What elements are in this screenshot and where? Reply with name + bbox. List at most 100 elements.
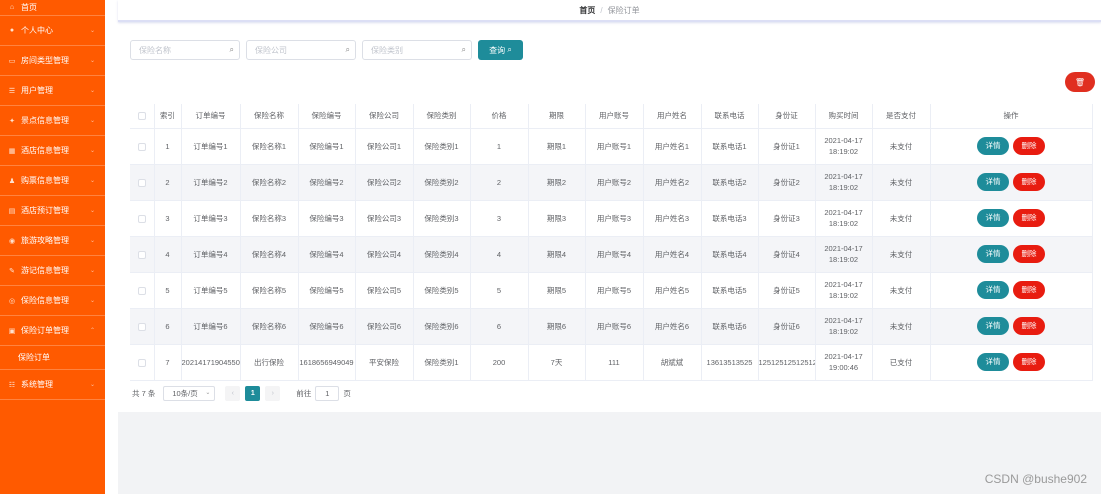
- cell-phone: 联系电话6: [701, 308, 759, 345]
- row-select-cell[interactable]: [130, 128, 155, 165]
- row-select-cell[interactable]: [130, 200, 155, 237]
- insurance-icon: ◎: [8, 297, 16, 305]
- sidebar-item-insurance-orders[interactable]: ▣ 保险订单管理 ⌃: [0, 316, 105, 346]
- chevron-right-icon: ›: [271, 390, 275, 397]
- trash-icon: 🗑: [1074, 77, 1086, 87]
- row-checkbox[interactable]: [137, 214, 146, 223]
- row-select-cell[interactable]: [130, 272, 155, 309]
- chevron-down-icon: ⌄: [89, 178, 95, 184]
- sidebar-item-ticket[interactable]: ♟ 购票信息管理 ⌄: [0, 166, 105, 196]
- cell-phone: 联系电话4: [701, 236, 759, 273]
- row-select-cell[interactable]: [130, 308, 155, 345]
- row-select-cell[interactable]: [130, 344, 155, 381]
- batch-delete-button[interactable]: 🗑: [1065, 72, 1095, 92]
- goto-page-value: 1: [325, 389, 330, 398]
- cell-ins-name: 出行保险: [240, 344, 299, 381]
- sidebar-subitem-insurance-order[interactable]: 保险订单: [0, 346, 105, 370]
- detail-button[interactable]: 详情: [977, 353, 1009, 371]
- delete-button[interactable]: 删除: [1013, 245, 1045, 263]
- sidebar-item-notes[interactable]: ✎ 游记信息管理 ⌄: [0, 256, 105, 286]
- row-checkbox[interactable]: [137, 178, 146, 187]
- detail-button[interactable]: 详情: [977, 137, 1009, 155]
- column-header: 用户姓名: [643, 104, 702, 129]
- row-checkbox[interactable]: [137, 250, 146, 259]
- cell-ins-no: 保险编号1: [298, 128, 356, 165]
- sidebar-item-system[interactable]: ☷ 系统管理 ⌄: [0, 370, 105, 400]
- sidebar-item-guide[interactable]: ◉ 旅游攻略管理 ⌄: [0, 226, 105, 256]
- search-icon: ⌕: [505, 45, 512, 54]
- sidebar-item-label: 购票信息管理: [21, 176, 69, 185]
- page-number-current[interactable]: 1: [245, 386, 261, 401]
- cell-id-card: 125125125125125125: [758, 344, 816, 381]
- cell-phone: 联系电话1: [701, 128, 759, 165]
- detail-button[interactable]: 详情: [977, 281, 1009, 299]
- sidebar-item-room-types[interactable]: ▭ 房间类型管理 ⌄: [0, 46, 105, 76]
- cell-price: 1: [470, 128, 529, 165]
- cell-company: 保险公司4: [355, 236, 414, 273]
- scenic-icon: ✦: [9, 117, 15, 125]
- table-header-row: 索引 订单编号 保险名称 保险编号 保险公司 保险类别 价格 期限 用户账号 用…: [130, 104, 1093, 129]
- delete-button[interactable]: 删除: [1013, 137, 1045, 155]
- detail-button[interactable]: 详情: [977, 173, 1009, 191]
- sidebar-item-hotel[interactable]: ▦ 酒店信息管理 ⌄: [0, 136, 105, 166]
- insurance-name-input[interactable]: 保险名称 ⌕: [130, 40, 240, 60]
- cell-ins-name: 保险名称5: [240, 272, 299, 309]
- cell-phone: 13613513525: [701, 344, 759, 381]
- cell-price: 6: [470, 308, 529, 345]
- row-checkbox[interactable]: [137, 322, 146, 331]
- goto-page-input[interactable]: 1: [315, 386, 340, 401]
- page-size-select[interactable]: 10条/页 ⌄: [163, 386, 216, 401]
- sidebar-item-booking[interactable]: ▤ 酒店预订管理 ⌄: [0, 196, 105, 226]
- select-all-checkbox[interactable]: [137, 112, 146, 121]
- breadcrumb-home[interactable]: 首页: [579, 5, 595, 16]
- cell-order-no: 订单编号2: [181, 164, 241, 201]
- cell-paid-status: 未支付: [872, 164, 931, 201]
- cell-purchase-time: 2021-04-17 18:19:02: [815, 272, 873, 309]
- sidebar-item-insurance[interactable]: ◎ 保险信息管理 ⌄: [0, 286, 105, 316]
- detail-button[interactable]: 详情: [977, 317, 1009, 335]
- sidebar-item-users[interactable]: ☰ 用户管理 ⌄: [0, 76, 105, 106]
- select-all-cell[interactable]: [130, 104, 155, 129]
- delete-button[interactable]: 删除: [1013, 209, 1045, 227]
- delete-button[interactable]: 删除: [1013, 281, 1045, 299]
- delete-button[interactable]: 删除: [1013, 173, 1045, 191]
- sidebar-item-label: 系统管理: [21, 380, 53, 389]
- cell-actions: 详情 删除: [930, 308, 1093, 345]
- chevron-down-icon: ⌄: [89, 298, 95, 304]
- column-header: 保险类别: [413, 104, 471, 129]
- purchase-clock: 18:19:02: [828, 291, 859, 300]
- delete-button[interactable]: 删除: [1013, 317, 1045, 335]
- row-checkbox[interactable]: [137, 358, 146, 367]
- insurance-type-input[interactable]: 保险类别 ⌕: [362, 40, 472, 60]
- table-row: 1 订单编号1 保险名称1 保险编号1 保险公司1 保险类别1 1 期限1 用户账号1 用户姓名1…: [130, 128, 1093, 165]
- detail-button[interactable]: 详情: [977, 209, 1009, 227]
- row-select-cell[interactable]: [130, 236, 155, 273]
- sidebar-item-home[interactable]: ⌂ 首页: [0, 0, 105, 16]
- sidebar-item-label: 个人中心: [21, 26, 53, 35]
- chevron-down-icon: ⌄: [89, 58, 95, 64]
- cell-ins-no: 保险编号4: [298, 236, 356, 273]
- prev-page-button[interactable]: ‹: [225, 386, 241, 401]
- row-select-cell[interactable]: [130, 164, 155, 201]
- sidebar-item-profile[interactable]: ● 个人中心 ⌄: [0, 16, 105, 46]
- next-page-button[interactable]: ›: [265, 386, 281, 401]
- row-checkbox[interactable]: [137, 142, 146, 151]
- cell-order-no: 订单编号4: [181, 236, 241, 273]
- cell-company: 保险公司6: [355, 308, 414, 345]
- cell-company: 保险公司3: [355, 200, 414, 237]
- breadcrumb-current: 保险订单: [607, 5, 640, 15]
- cell-actions: 详情 删除: [930, 200, 1093, 237]
- delete-button[interactable]: 删除: [1013, 353, 1045, 371]
- cell-category: 保险类别2: [413, 164, 471, 201]
- detail-button[interactable]: 详情: [977, 245, 1009, 263]
- cell-paid-status: 未支付: [872, 308, 931, 345]
- insurance-company-input[interactable]: 保险公司 ⌕: [246, 40, 356, 60]
- cell-order-no: 订单编号6: [181, 308, 241, 345]
- sidebar-item-scenic[interactable]: ✦ 景点信息管理 ⌄: [0, 106, 105, 136]
- search-icon: ⌕: [345, 45, 350, 54]
- row-checkbox[interactable]: [137, 286, 146, 295]
- cell-purchase-time: 2021-04-17 18:19:02: [815, 308, 873, 345]
- cell-account: 用户账号5: [585, 272, 644, 309]
- query-button[interactable]: 查询 ⌕: [478, 40, 523, 60]
- column-header: 购买时间: [815, 104, 873, 129]
